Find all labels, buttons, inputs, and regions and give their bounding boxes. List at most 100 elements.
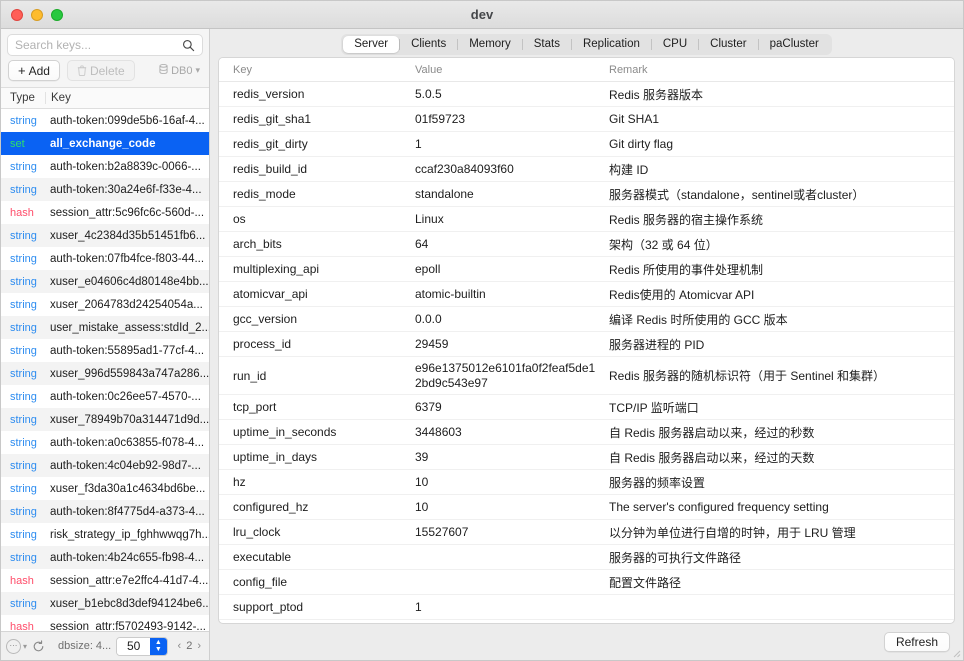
refresh-icon[interactable] bbox=[32, 640, 45, 653]
key-list-item[interactable]: stringauth-token:a0c63855-f078-4... bbox=[1, 431, 209, 454]
info-key-cell: process_id bbox=[219, 337, 415, 351]
tab-clients[interactable]: Clients bbox=[400, 36, 457, 53]
search-input[interactable] bbox=[15, 38, 182, 52]
key-list-item[interactable]: stringauth-token:30a24e6f-f33e-4... bbox=[1, 178, 209, 201]
maximize-button[interactable] bbox=[51, 9, 63, 21]
info-table-row[interactable]: run_ide96e1375012e6101fa0f2feaf5de12bd9c… bbox=[219, 357, 954, 395]
info-value-cell: epoll bbox=[415, 262, 609, 277]
info-value-cell: 39 bbox=[415, 450, 609, 465]
key-list-item[interactable]: setall_exchange_code bbox=[1, 132, 209, 155]
info-table-row[interactable]: gcc_version0.0.0编译 Redis 时所使用的 GCC 版本 bbox=[219, 307, 954, 332]
tab-cpu[interactable]: CPU bbox=[652, 36, 698, 53]
tab-server[interactable]: Server bbox=[343, 36, 399, 53]
key-type-label: string bbox=[1, 276, 45, 288]
database-icon bbox=[159, 64, 168, 77]
key-type-label: hash bbox=[1, 207, 45, 219]
tab-stats[interactable]: Stats bbox=[523, 36, 571, 53]
info-remark-cell: 自 Redis 服务器启动以来，经过的秒数 bbox=[609, 424, 954, 441]
chevron-left-icon[interactable]: ‹ bbox=[178, 640, 182, 652]
info-remark-cell: 编译 Redis 时所使用的 GCC 版本 bbox=[609, 311, 954, 328]
info-table-row[interactable]: redis_git_sha101f59723Git SHA1 bbox=[219, 107, 954, 132]
key-name-label: auth-token:4c04eb92-98d7-... bbox=[45, 460, 209, 472]
info-table-row[interactable]: uptime_in_days39自 Redis 服务器启动以来，经过的天数 bbox=[219, 445, 954, 470]
key-list-item[interactable]: stringxuser_996d559843a747a286... bbox=[1, 362, 209, 385]
info-table-row[interactable]: multiplexing_apiepollRedis 所使用的事件处理机制 bbox=[219, 257, 954, 282]
key-list-item[interactable]: stringxuser_f3da30a1c4634bd6be... bbox=[1, 477, 209, 500]
tab-segmented-control[interactable]: ServerClientsMemoryStatsReplicationCPUCl… bbox=[341, 34, 832, 55]
info-table-row[interactable]: tcp_port6379TCP/IP 监听端口 bbox=[219, 395, 954, 420]
key-list-item[interactable]: stringauth-token:b2a8839c-0066-... bbox=[1, 155, 209, 178]
delete-key-button[interactable]: Delete bbox=[67, 60, 135, 81]
info-key-cell: hz bbox=[219, 475, 415, 489]
column-header-value: Value bbox=[415, 64, 609, 76]
info-table-row[interactable]: redis_build_idccaf230a84093f60构建 ID bbox=[219, 157, 954, 182]
key-type-label: string bbox=[1, 414, 45, 426]
key-list-item[interactable]: stringauth-token:55895ad1-77cf-4... bbox=[1, 339, 209, 362]
search-icon[interactable] bbox=[182, 39, 195, 52]
key-list-item[interactable]: hashsession_attr:5c96fc6c-560d-... bbox=[1, 201, 209, 224]
stepper-down-icon[interactable]: ▼ bbox=[155, 646, 162, 653]
key-list-item[interactable]: stringxuser_78949b70a314471d9d... bbox=[1, 408, 209, 431]
tab-replication[interactable]: Replication bbox=[572, 36, 651, 53]
info-table-row[interactable]: config_file配置文件路径 bbox=[219, 570, 954, 595]
info-remark-cell: 服务器的可执行文件路径 bbox=[609, 549, 954, 566]
stepper-up-icon[interactable]: ▲ bbox=[155, 639, 162, 646]
page-size-stepper[interactable]: 50 ▲ ▼ bbox=[116, 637, 167, 656]
more-options-button[interactable]: ⋯ ▾ bbox=[6, 639, 27, 654]
key-list-item[interactable]: stringauth-token:4b24c655-fb98-4... bbox=[1, 546, 209, 569]
key-list-item[interactable]: stringauth-token:07fb4fce-f803-44... bbox=[1, 247, 209, 270]
key-list-item[interactable]: stringauth-token:4c04eb92-98d7-... bbox=[1, 454, 209, 477]
key-name-label: auth-token:b2a8839c-0066-... bbox=[45, 161, 209, 173]
key-list[interactable]: stringauth-token:099de5b6-16af-4...setal… bbox=[1, 109, 209, 631]
info-table-row[interactable]: process_id29459服务器进程的 PID bbox=[219, 332, 954, 357]
info-value-cell: 15527607 bbox=[415, 525, 609, 540]
info-table-row[interactable]: redis_version5.0.5Redis 服务器版本 bbox=[219, 82, 954, 107]
info-key-cell: config_file bbox=[219, 575, 415, 589]
info-table-row[interactable]: executable服务器的可执行文件路径 bbox=[219, 545, 954, 570]
info-table-row[interactable]: hz10服务器的频率设置 bbox=[219, 470, 954, 495]
db-selector[interactable]: DB0 ▾ bbox=[159, 64, 202, 77]
info-table-row[interactable]: atomicvar_apiatomic-builtinRedis使用的 Atom… bbox=[219, 282, 954, 307]
info-key-cell: lru_clock bbox=[219, 525, 415, 539]
info-value-cell: 5.0.5 bbox=[415, 87, 609, 102]
info-table-row[interactable]: redis_git_dirty1Git dirty flag bbox=[219, 132, 954, 157]
info-value-cell: 10 bbox=[415, 500, 609, 515]
info-table-row[interactable]: uptime_in_seconds3448603自 Redis 服务器启动以来，… bbox=[219, 420, 954, 445]
stepper-arrows-icon[interactable]: ▲ ▼ bbox=[150, 638, 166, 655]
tab-pacluster[interactable]: paCluster bbox=[759, 36, 830, 53]
key-list-item[interactable]: hashsession_attr:f5702493-9142-... bbox=[1, 615, 209, 631]
key-list-item[interactable]: stringauth-token:0c26ee57-4570-... bbox=[1, 385, 209, 408]
refresh-button[interactable]: Refresh bbox=[884, 632, 950, 652]
info-table-row[interactable]: arch_bits64架构（32 或 64 位） bbox=[219, 232, 954, 257]
info-key-cell: run_id bbox=[219, 369, 415, 383]
info-table-row[interactable]: osLinuxRedis 服务器的宿主操作系统 bbox=[219, 207, 954, 232]
add-key-button[interactable]: + Add bbox=[8, 60, 60, 81]
minimize-button[interactable] bbox=[31, 9, 43, 21]
info-table-row[interactable]: configured_hz10The server's configured f… bbox=[219, 495, 954, 520]
key-list-item[interactable]: stringxuser_2064783d24254054a... bbox=[1, 293, 209, 316]
key-name-label: xuser_2064783d24254054a... bbox=[45, 299, 209, 311]
tab-memory[interactable]: Memory bbox=[458, 36, 522, 53]
key-list-item[interactable]: stringauth-token:8f4775d4-a373-4... bbox=[1, 500, 209, 523]
key-list-item[interactable]: stringxuser_b1ebc8d3def94124be6... bbox=[1, 592, 209, 615]
info-table-row[interactable]: lru_clock15527607以分钟为单位进行自增的时钟，用于 LRU 管理 bbox=[219, 520, 954, 545]
key-list-item[interactable]: stringxuser_4c2384d35b51451fb6... bbox=[1, 224, 209, 247]
key-list-item[interactable]: stringauth-token:099de5b6-16af-4... bbox=[1, 109, 209, 132]
search-box[interactable] bbox=[7, 34, 203, 56]
key-list-item[interactable]: hashsession_attr:e7e2ffc4-41d7-4... bbox=[1, 569, 209, 592]
tab-cluster[interactable]: Cluster bbox=[699, 36, 757, 53]
close-button[interactable] bbox=[11, 9, 23, 21]
info-table-row[interactable]: redis_modestandalone服务器模式（standalone，sen… bbox=[219, 182, 954, 207]
key-list-item[interactable]: stringrisk_strategy_ip_fghhwwqg7h... bbox=[1, 523, 209, 546]
info-table-row[interactable]: support_ptod1 bbox=[219, 595, 954, 620]
chevron-right-icon[interactable]: › bbox=[197, 640, 201, 652]
column-header-remark: Remark bbox=[609, 64, 954, 76]
key-name-label: auth-token:a0c63855-f078-4... bbox=[45, 437, 209, 449]
key-list-item[interactable]: stringxuser_e04606c4d80148e4bb... bbox=[1, 270, 209, 293]
key-type-label: hash bbox=[1, 621, 45, 632]
key-list-item[interactable]: stringuser_mistake_assess:stdId_2... bbox=[1, 316, 209, 339]
trash-icon bbox=[77, 65, 87, 76]
info-key-cell: uptime_in_days bbox=[219, 450, 415, 464]
page-size-value[interactable]: 50 bbox=[117, 638, 150, 655]
key-name-label: auth-token:0c26ee57-4570-... bbox=[45, 391, 209, 403]
